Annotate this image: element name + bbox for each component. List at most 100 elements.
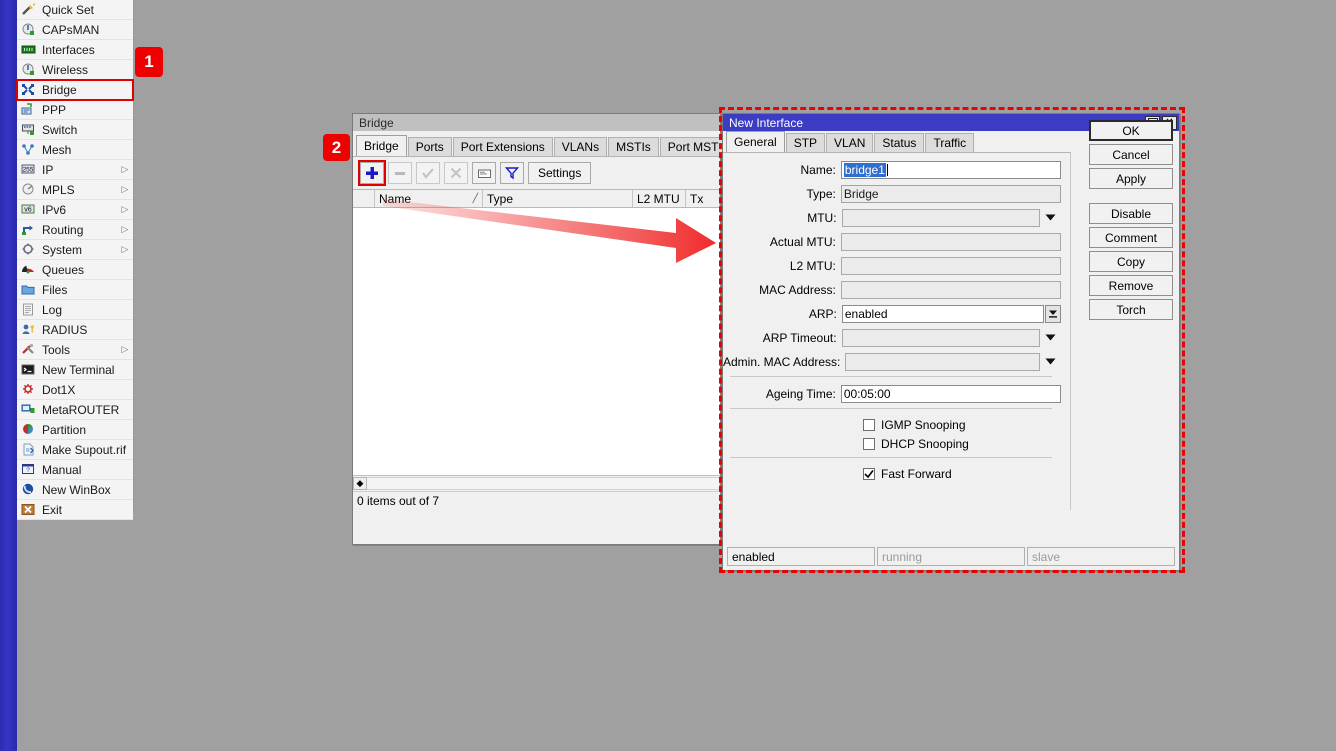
sidebar-item-metarouter[interactable]: MetaROUTER: [17, 400, 133, 420]
field-input-actual-mtu[interactable]: [841, 233, 1061, 251]
bridge-tab-vlans[interactable]: VLANs: [554, 137, 607, 156]
bridge-column-headers[interactable]: Name╱TypeL2 MTUTx: [353, 189, 720, 208]
scroll-left-icon[interactable]: ◆: [353, 477, 367, 490]
cancel-button[interactable]: Cancel: [1089, 144, 1173, 165]
sidebar-item-bridge[interactable]: Bridge: [17, 80, 133, 100]
checkbox-fast-forward[interactable]: [863, 468, 875, 480]
dialog-tab-status[interactable]: Status: [874, 133, 924, 152]
remove-button[interactable]: Remove: [1089, 275, 1173, 296]
manual-icon: ?: [21, 463, 37, 477]
dropdown-arrow-icon-mtu[interactable]: [1040, 209, 1061, 227]
field-label-l2-mtu: L2 MTU:: [723, 259, 841, 273]
settings-button[interactable]: Settings: [528, 162, 591, 184]
dialog-tab-vlan[interactable]: VLAN: [826, 133, 873, 152]
sidebar-item-mpls[interactable]: MPLS▷: [17, 180, 133, 200]
apply-button[interactable]: Apply: [1089, 168, 1173, 189]
enable-bridge-button[interactable]: [416, 162, 440, 184]
sidebar-menu[interactable]: Quick SetCAPsMAN Interfaces WirelessBridge…: [17, 0, 134, 512]
checkbox-row-dhcp-snooping[interactable]: DHCP Snooping: [723, 434, 1061, 453]
checkbox-dhcp-snooping[interactable]: [863, 438, 875, 450]
settings-button-label: Settings: [538, 167, 581, 179]
bridge-tab-bridge[interactable]: Bridge: [356, 135, 407, 156]
sidebar-item-quick-set[interactable]: Quick Set: [17, 0, 133, 20]
dialog-tab-stp[interactable]: STP: [786, 133, 825, 152]
sidebar-item-radius[interactable]: RADIUS: [17, 320, 133, 340]
field-input-mtu[interactable]: [842, 209, 1040, 227]
sidebar-item-tools[interactable]: Tools▷: [17, 340, 133, 360]
ok-button[interactable]: OK: [1089, 120, 1173, 141]
dialog-form[interactable]: Name:bridge1Type:BridgeMTU:Actual MTU:L2…: [723, 153, 1071, 510]
terminal-icon: [21, 363, 37, 377]
sidebar-item-ip[interactable]: 255IP▷: [17, 160, 133, 180]
remove-bridge-button[interactable]: [388, 162, 412, 184]
sidebar-item-files[interactable]: Files: [17, 280, 133, 300]
sidebar-item-mesh[interactable]: Mesh: [17, 140, 133, 160]
bridge-list-body[interactable]: [353, 208, 720, 475]
sidebar-item-capsman[interactable]: CAPsMAN: [17, 20, 133, 40]
field-row-mtu: MTU:: [723, 207, 1061, 228]
sidebar-item-make-supout-rif[interactable]: Make Supout.rif: [17, 440, 133, 460]
sidebar-item-ipv6[interactable]: v6IPv6▷: [17, 200, 133, 220]
form-divider: [730, 376, 1052, 377]
dialog-tabstrip[interactable]: GeneralSTPVLANStatusTraffic: [723, 131, 1071, 153]
chevron-right-icon: ▷: [120, 184, 130, 195]
comment-button[interactable]: [472, 162, 496, 184]
bridge-tab-port-extensions[interactable]: Port Extensions: [453, 137, 553, 156]
bridge-column-name[interactable]: Name╱: [375, 190, 483, 207]
sidebar-item-log[interactable]: Log: [17, 300, 133, 320]
sidebar-item-switch[interactable]: Switch: [17, 120, 133, 140]
dialog-tab-general[interactable]: General: [726, 131, 785, 152]
sidebar-item-queues[interactable]: Queues: [17, 260, 133, 280]
disable-button[interactable]: Disable: [1089, 203, 1173, 224]
field-input-name[interactable]: bridge1: [841, 161, 1061, 179]
sidebar-item-manual[interactable]: ?Manual: [17, 460, 133, 480]
copy-button[interactable]: Copy: [1089, 251, 1173, 272]
bridge-tab-ports[interactable]: Ports: [408, 137, 452, 156]
torch-button[interactable]: Torch: [1089, 299, 1173, 320]
checkbox-row-igmp-snooping[interactable]: IGMP Snooping: [723, 415, 1061, 434]
field-input-ageing-time[interactable]: 00:05:00: [841, 385, 1061, 403]
bridge-horizontal-scrollbar[interactable]: ◆: [353, 475, 720, 491]
bridge-window-titlebar[interactable]: Bridge: [353, 114, 720, 131]
checkbox-igmp-snooping[interactable]: [863, 419, 875, 431]
field-input-arp-timeout[interactable]: [842, 329, 1040, 347]
dropdown-arrow-icon-admin-mac-address[interactable]: [1040, 353, 1061, 371]
sidebar-item-wireless[interactable]: Wireless: [17, 60, 133, 80]
sidebar-item-routing[interactable]: Routing▷: [17, 220, 133, 240]
sidebar-item-new-winbox[interactable]: New WinBox: [17, 480, 133, 500]
field-input-mac-address[interactable]: [841, 281, 1061, 299]
scroll-track[interactable]: [367, 477, 720, 490]
dropdown-arrow-icon-arp-timeout[interactable]: [1040, 329, 1061, 347]
dialog-tab-traffic[interactable]: Traffic: [925, 133, 974, 152]
sidebar-item-ppp[interactable]: PPP: [17, 100, 133, 120]
sidebar-item-new-terminal[interactable]: New Terminal: [17, 360, 133, 380]
comment-button[interactable]: Comment: [1089, 227, 1173, 248]
field-input-type[interactable]: Bridge: [841, 185, 1061, 203]
bridge-column-type[interactable]: Type: [483, 190, 633, 207]
add-bridge-button[interactable]: [360, 162, 384, 184]
dialog-button-column[interactable]: OK Cancel Apply Disable Comment Copy Remove Tor…: [1089, 120, 1173, 320]
bridge-toolbar[interactable]: Settings: [353, 157, 720, 189]
sidebar-item-system[interactable]: System▷: [17, 240, 133, 260]
bridge-column-select[interactable]: [353, 190, 375, 207]
disable-bridge-button[interactable]: [444, 162, 468, 184]
sidebar-item-interfaces[interactable]: Interfaces: [17, 40, 133, 60]
sidebar-item-dot1x[interactable]: Dot1X: [17, 380, 133, 400]
dropdown-button-arp[interactable]: [1045, 305, 1061, 323]
sidebar-item-exit[interactable]: Exit: [17, 500, 133, 520]
bridge-column-l2-mtu[interactable]: L2 MTU: [633, 190, 686, 207]
bridge-column-tx[interactable]: Tx: [686, 190, 720, 207]
new-interface-dialog[interactable]: New Interface ✕ GeneralSTPVLANStatusTraf…: [722, 113, 1180, 571]
sidebar-item-label: Interfaces: [42, 43, 133, 57]
checkbox-row-fast-forward[interactable]: Fast Forward: [723, 464, 1061, 483]
text-caret: [887, 164, 888, 176]
filter-button[interactable]: [500, 162, 524, 184]
bridge-window[interactable]: Bridge BridgePortsPort ExtensionsVLANsMS…: [352, 113, 721, 545]
field-input-arp[interactable]: enabled: [842, 305, 1045, 323]
field-input-l2-mtu[interactable]: [841, 257, 1061, 275]
field-input-admin-mac-address[interactable]: [845, 353, 1040, 371]
field-label-admin-mac-address: Admin. MAC Address:: [723, 355, 845, 369]
bridge-tab-mstis[interactable]: MSTIs: [608, 137, 659, 156]
bridge-tabstrip[interactable]: BridgePortsPort ExtensionsVLANsMSTIsPort…: [353, 131, 720, 157]
sidebar-item-partition[interactable]: Partition: [17, 420, 133, 440]
